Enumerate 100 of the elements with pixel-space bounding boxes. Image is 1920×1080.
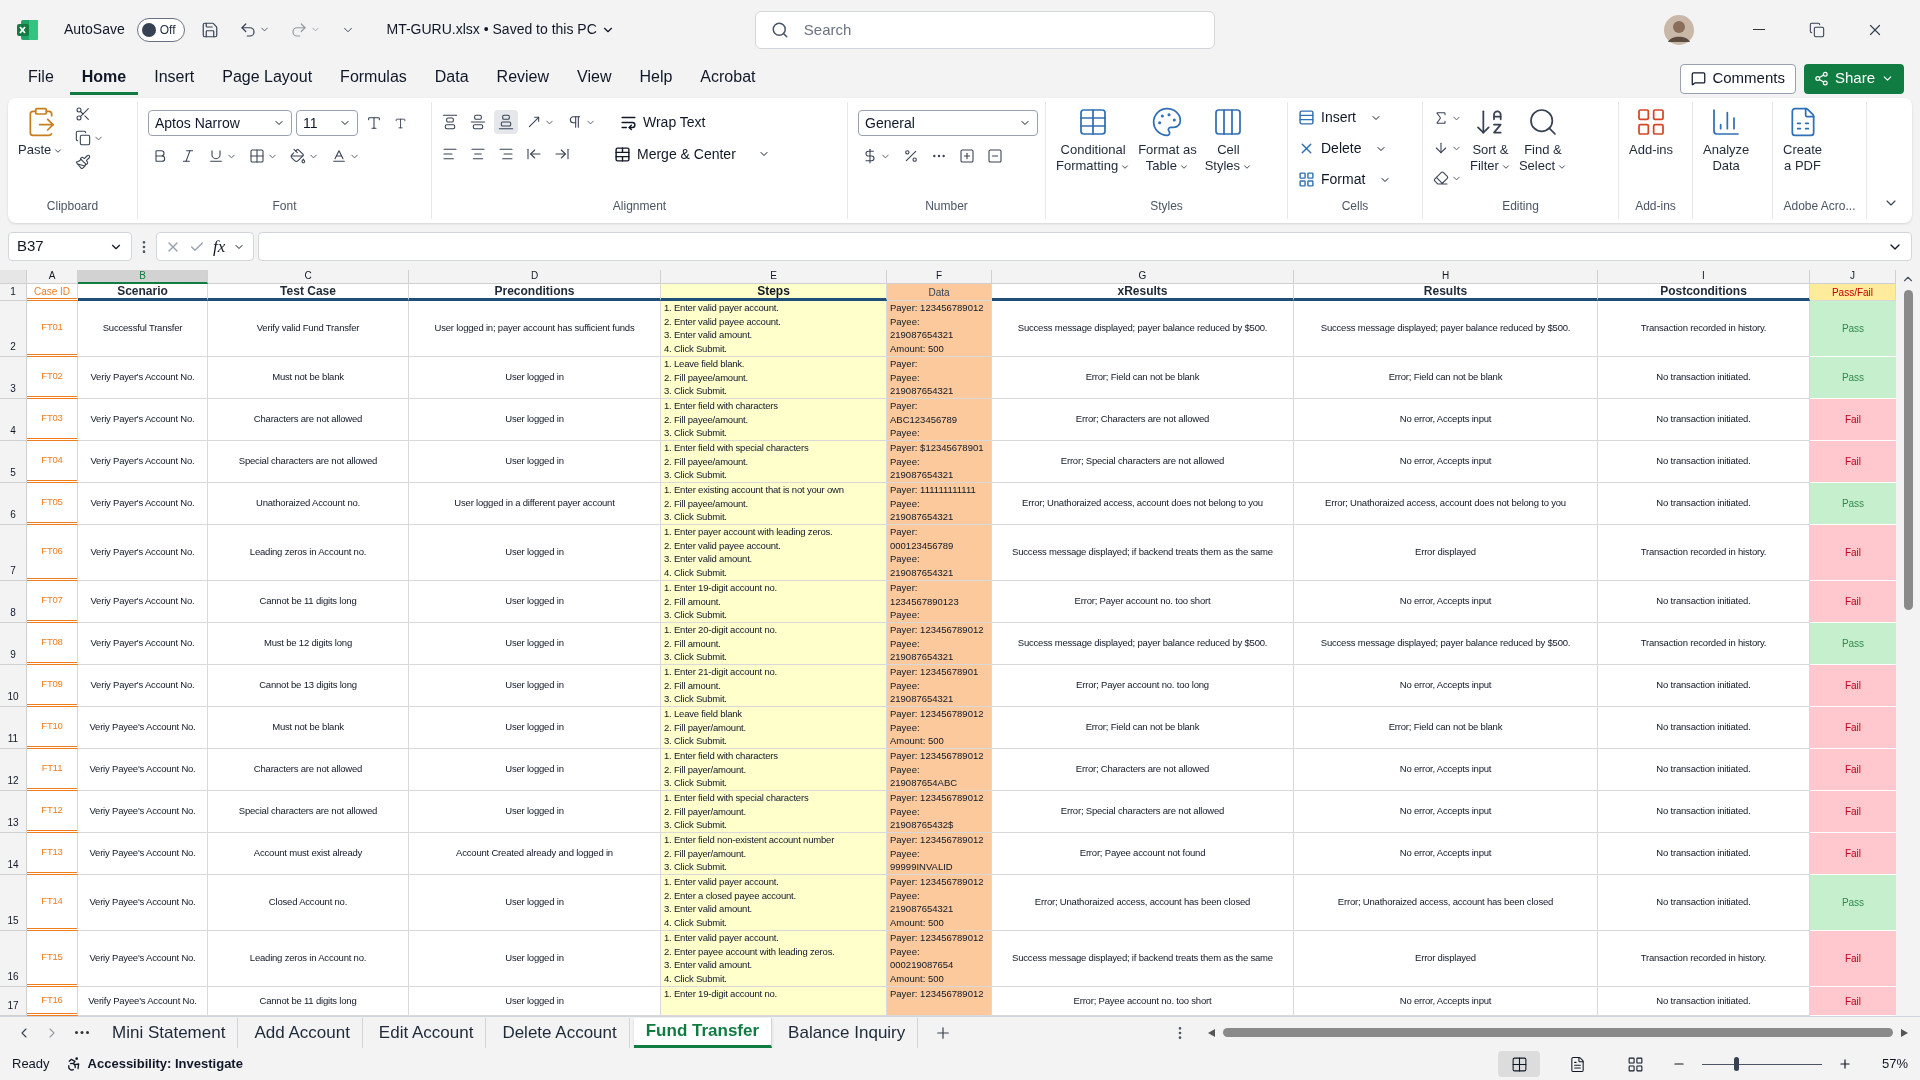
- scrollbar-thumb[interactable]: [1223, 1028, 1893, 1037]
- percent-icon: [903, 148, 919, 164]
- avatar-icon[interactable]: [1664, 14, 1694, 45]
- menu-tab[interactable]: Insert: [142, 62, 207, 95]
- table-cell: Error; Unathoraized access, account has been closed: [1294, 875, 1598, 931]
- sheet-tab[interactable]: Add Account: [242, 1017, 363, 1048]
- row-number[interactable]: 16: [0, 931, 27, 987]
- autosave-toggle[interactable]: Off: [136, 17, 185, 42]
- formula-input[interactable]: [258, 232, 1912, 261]
- table-cell: Error; Special characters are not allowed: [992, 791, 1294, 833]
- column-header[interactable]: H: [1294, 270, 1598, 284]
- table-cell: Leading zeros in Account no.: [208, 931, 409, 987]
- row-number[interactable]: 15: [0, 875, 27, 931]
- row-number[interactable]: 4: [0, 399, 27, 441]
- menu-tab[interactable]: Data: [422, 62, 481, 95]
- row-number[interactable]: 6: [0, 483, 27, 525]
- underline-icon: [208, 148, 224, 164]
- zoom-thumb[interactable]: [1734, 1057, 1740, 1071]
- row-number[interactable]: 13: [0, 791, 27, 833]
- accessibility-button[interactable]: Accessibility: Investigate: [65, 1054, 243, 1074]
- styles-icon: [1151, 106, 1184, 138]
- scrollbar-thumb[interactable]: [1903, 290, 1913, 610]
- clear-icon: [1433, 170, 1449, 186]
- cells-menu-button[interactable]: Format: [1294, 164, 1396, 195]
- styles-button[interactable]: Format as Table: [1134, 102, 1201, 174]
- menu-tab[interactable]: Help: [627, 62, 685, 95]
- column-heading: Case ID: [27, 284, 78, 301]
- zoom-in-icon[interactable]: [1838, 1057, 1852, 1071]
- row-number[interactable]: 12: [0, 749, 27, 791]
- row-number[interactable]: 3: [0, 357, 27, 399]
- row-number[interactable]: 14: [0, 833, 27, 875]
- table-cell: Payer: 123456789012 Payee: 219087654321 Amount: 500: [887, 301, 992, 357]
- row-number[interactable]: 1: [0, 284, 27, 301]
- font-size-dropdown[interactable]: 11: [296, 110, 358, 136]
- font-family-dropdown[interactable]: Aptos Narrow: [148, 110, 292, 136]
- number-format-dropdown[interactable]: General: [858, 110, 1038, 136]
- row-number[interactable]: 5: [0, 441, 27, 483]
- styles-button[interactable]: Cell Styles: [1200, 102, 1257, 174]
- sheet-tab[interactable]: Delete Account: [490, 1017, 630, 1048]
- table-cell: Veriy Payer's Account No.: [78, 581, 208, 623]
- styles-button[interactable]: Conditional Formatting: [1052, 102, 1135, 174]
- cells-menu-button[interactable]: Delete: [1294, 133, 1396, 164]
- column-header[interactable]: G: [992, 270, 1294, 284]
- column-heading: Results: [1294, 284, 1598, 301]
- group-label: Clipboard: [45, 198, 100, 215]
- row-number[interactable]: 10: [0, 665, 27, 707]
- file-title[interactable]: MT-GURU.xlsx • Saved to this PC: [386, 19, 615, 40]
- sheet-tab[interactable]: Balance Inquiry: [776, 1017, 919, 1048]
- wrap-text-button[interactable]: Wrap Text: [616, 111, 710, 133]
- create-pdf-button[interactable]: Create a PDF: [1779, 102, 1827, 174]
- column-header[interactable]: I: [1598, 270, 1810, 284]
- row-number[interactable]: 8: [0, 581, 27, 623]
- menu-tab[interactable]: Acrobat: [688, 62, 768, 95]
- align-bottom-icon: [498, 114, 514, 130]
- table-cell: Veriy Payer's Account No.: [78, 399, 208, 441]
- scroll-right-icon[interactable]: [1901, 1028, 1908, 1037]
- share-button[interactable]: Share: [1803, 63, 1904, 94]
- row-number[interactable]: 7: [0, 525, 27, 581]
- menu-tab[interactable]: Home: [69, 62, 139, 95]
- paste-button[interactable]: Paste: [14, 102, 68, 158]
- menu-tab[interactable]: Page Layout: [210, 62, 325, 95]
- analyze-data-button[interactable]: Analyze Data: [1699, 102, 1754, 174]
- menu-tab[interactable]: Review: [484, 62, 562, 95]
- column-header[interactable]: D: [409, 270, 661, 284]
- scroll-left-icon[interactable]: [1208, 1028, 1215, 1037]
- editing-button[interactable]: Find & Select: [1514, 102, 1572, 174]
- column-header[interactable]: C: [208, 270, 409, 284]
- menu-tab[interactable]: Formulas: [328, 62, 419, 95]
- bold-icon: [152, 148, 168, 164]
- table-cell: 1. Enter valid payer account. 2. Enter payee account with leading zeros. 3. Enter valid amount. 4. Click Submit.: [661, 931, 887, 987]
- row-number[interactable]: 2: [0, 301, 27, 357]
- table-cell: Payer: $12345678901 Payee: 219087654321: [887, 441, 992, 483]
- insert-function-button[interactable]: fx: [213, 233, 226, 260]
- menu-tab[interactable]: View: [565, 62, 624, 95]
- sheet-tab[interactable]: Mini Statement: [100, 1017, 239, 1048]
- row-number[interactable]: 9: [0, 623, 27, 665]
- cells-menu-button[interactable]: Insert: [1294, 102, 1396, 133]
- comments-button[interactable]: Comments: [1680, 63, 1796, 94]
- font-color-icon: [331, 148, 347, 164]
- zoom-level[interactable]: 57%: [1868, 1054, 1908, 1074]
- menu-tab[interactable]: File: [16, 62, 66, 95]
- align-bottom-button[interactable]: [494, 110, 518, 134]
- more-sheets-icon: [75, 1031, 89, 1034]
- name-box[interactable]: B37: [8, 232, 132, 261]
- table-cell: Success message displayed; if backend treats them as the same: [992, 931, 1294, 987]
- add-ins-button[interactable]: Add-ins: [1625, 102, 1678, 158]
- table-cell: 1. Enter field with special characters 2. Fill payer/amount. 3. Click Submit.: [661, 791, 887, 833]
- search-field[interactable]: Search: [754, 10, 1215, 49]
- editing-button[interactable]: Sort & Filter: [1466, 102, 1515, 174]
- column-header[interactable]: B: [78, 270, 208, 284]
- sheet-tab[interactable]: Fund Transfer: [633, 1017, 773, 1048]
- row-number[interactable]: 11: [0, 707, 27, 749]
- view-button[interactable]: [1498, 1051, 1540, 1077]
- column-heading: Steps: [661, 284, 887, 301]
- zoom-slider[interactable]: [1702, 1057, 1822, 1071]
- sheet-tab[interactable]: Edit Account: [366, 1017, 487, 1048]
- table-cell: Error; Payer account no. too short: [992, 581, 1294, 623]
- row-number[interactable]: 17: [0, 987, 27, 1016]
- merge-center-button[interactable]: Merge & Center: [610, 143, 774, 165]
- table-cell: Special characters are not allowed: [208, 791, 409, 833]
